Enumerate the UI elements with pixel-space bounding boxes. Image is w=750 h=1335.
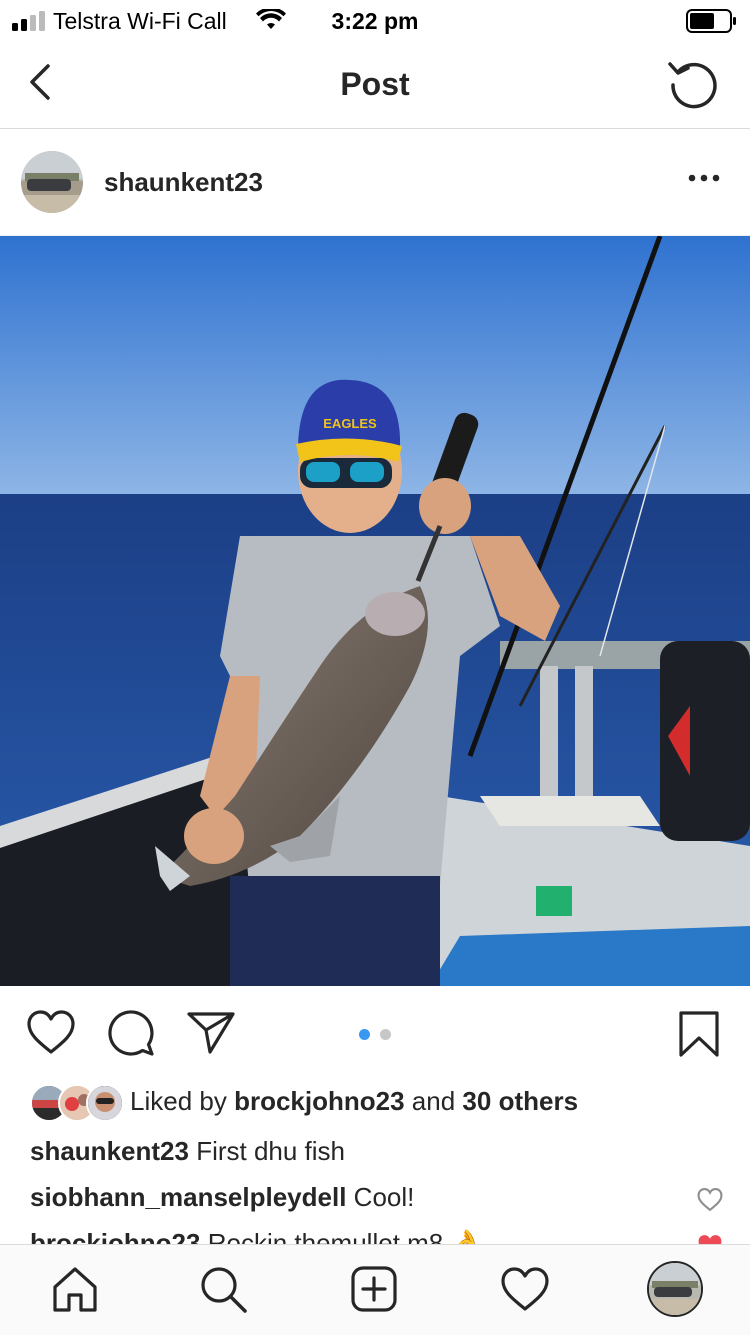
paper-plane-icon[interactable] — [186, 1010, 236, 1056]
heart-icon[interactable] — [26, 1010, 76, 1056]
liker-username[interactable]: brockjohno23 — [234, 1086, 404, 1116]
caption-username[interactable]: shaunkent23 — [30, 1136, 189, 1166]
caption: shaunkent23 First dhu fish — [30, 1136, 345, 1167]
home-icon[interactable] — [51, 1265, 99, 1313]
bookmark-icon[interactable] — [678, 1010, 720, 1058]
search-icon[interactable] — [199, 1265, 249, 1315]
likes-summary[interactable]: Liked by brockjohno23 and 30 others — [30, 1084, 730, 1122]
battery-icon — [686, 9, 736, 33]
carousel-dot — [380, 1029, 391, 1040]
post-header: shaunkent23 — [0, 129, 750, 236]
svg-text:EAGLES: EAGLES — [323, 416, 377, 431]
comment-username[interactable]: siobhann_manselpleydell — [30, 1182, 346, 1212]
post-photo[interactable]: EAGLES — [0, 236, 750, 986]
status-time: 3:22 pm — [331, 8, 419, 34]
comment-like-heart-icon[interactable] — [697, 1188, 723, 1212]
liker-avatar — [86, 1084, 124, 1122]
activity-heart-icon[interactable] — [500, 1267, 550, 1313]
post-actions — [0, 986, 750, 1076]
more-dots-icon[interactable] — [688, 173, 720, 183]
post-username[interactable]: shaunkent23 — [104, 167, 263, 198]
status-bar: Telstra Wi-Fi Call 3:22 pm — [0, 0, 750, 42]
caption-text: First dhu fish — [196, 1136, 346, 1166]
post-photo-image: EAGLES — [0, 236, 750, 986]
liker-avatars — [30, 1084, 124, 1122]
carousel-dot-active — [359, 1029, 370, 1040]
likes-joiner: and — [411, 1086, 456, 1116]
page-title: Post — [340, 66, 410, 102]
comment-text: Cool! — [353, 1182, 415, 1212]
profile-avatar-image — [649, 1263, 701, 1315]
nav-bar: Post — [0, 42, 750, 129]
tab-bar — [0, 1244, 750, 1335]
profile-avatar-icon[interactable] — [647, 1261, 703, 1317]
likes-prefix: Liked by — [130, 1086, 227, 1116]
refresh-icon[interactable] — [666, 58, 720, 110]
new-post-icon[interactable] — [350, 1265, 398, 1313]
likes-others[interactable]: 30 others — [462, 1086, 578, 1116]
avatar-image — [21, 151, 83, 213]
avatar[interactable] — [21, 151, 83, 213]
comment: siobhann_manselpleydell Cool! — [30, 1182, 414, 1213]
comment-bubble-icon[interactable] — [108, 1010, 156, 1058]
likes-text: Liked by brockjohno23 and 30 others — [130, 1086, 578, 1117]
